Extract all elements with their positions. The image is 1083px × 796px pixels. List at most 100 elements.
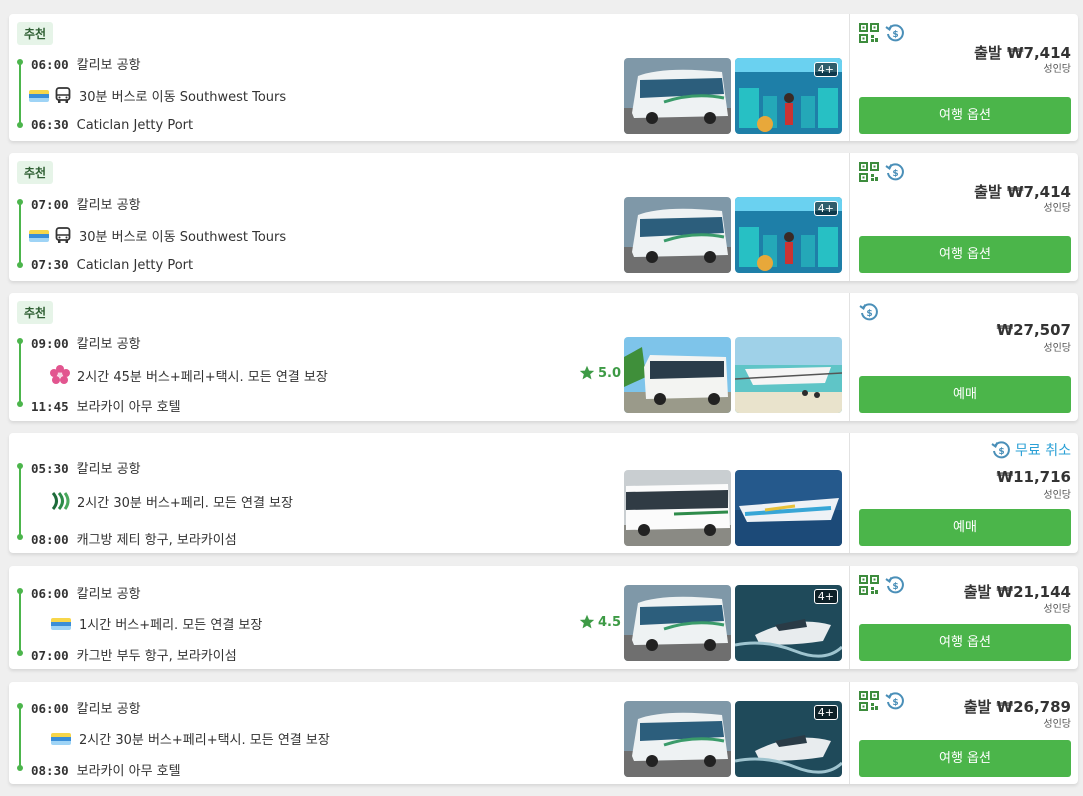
departure-row: 06:00 칼리보 공항 [31,698,141,717]
departure-time: 06:00 [31,701,69,716]
route-description: 30분 버스로 이동 Southwest Tours [79,230,287,245]
arrival-time: 07:00 [31,648,69,663]
travel-options-button[interactable]: 여행 옵션 [859,236,1071,273]
price-unit: 성인당 [1043,490,1071,501]
departure-place: 칼리보 공항 [76,337,141,352]
bus-interior-photo[interactable]: 4+ [735,58,842,134]
departure-row: 05:30 칼리보 공항 [31,458,141,477]
book-button[interactable]: 예매 [859,509,1071,546]
trip-info: 추천 07:00 칼리보 공항 30분 버스로 이동 Southwest Tour… [9,153,847,281]
trip-card[interactable]: 추천 07:00 칼리보 공항 30분 버스로 이동 Southwest Tour… [9,153,1078,281]
departure-place: 칼리보 공항 [76,587,141,602]
operator-logo [51,492,70,510]
route-summary: 2시간 45분 버스+페리+택시. 모든 연결 보장 [29,364,328,386]
departure-row: 06:00 칼리보 공항 [31,54,141,73]
trip-card[interactable]: 추천 09:00 칼리보 공항 2시간 45분 버스+페리+택시. 모든 연결 보… [9,293,1078,421]
route-summary: 30분 버스로 이동 Southwest Tours [29,226,286,245]
route-summary: 30분 버스로 이동 Southwest Tours [29,86,286,105]
route-summary: 2시간 30분 버스+페리+택시. 모든 연결 보장 [29,729,330,748]
arrival-row: 08:30 보라카이 아무 호텔 [31,760,181,779]
departure-time: 07:00 [31,197,69,212]
arrival-place: Caticlan Jetty Port [76,118,194,133]
arrival-place: 카그반 부두 항구, 보라카이섬 [76,649,237,664]
free-cancellation: 무료 취소 [991,440,1071,460]
bus-photo[interactable] [624,337,731,413]
booking-panel: 출발 ₩26,789 성인당 여행 옵션 [849,682,1078,784]
booking-panel: 출발 ₩21,144 성인당 여행 옵션 [849,566,1078,669]
refund-clock-icon [885,691,905,711]
qr-code-icon [859,575,879,595]
timeline-dot-start [17,703,23,709]
booking-panel: 무료 취소 ₩11,716 성인당 예매 [849,433,1078,553]
trip-card[interactable]: 06:00 칼리보 공항 1시간 버스+페리. 모든 연결 보장 4.5 07:0… [9,566,1078,669]
boat-photo[interactable] [735,470,842,546]
departure-time: 06:00 [31,586,69,601]
arrival-place: 보라카이 아무 호텔 [76,764,181,779]
feature-icons [859,575,905,595]
timeline-dot-end [17,650,23,656]
arrival-time: 07:30 [31,257,69,272]
arrival-row: 08:00 캐그방 제티 항구, 보라카이섬 [31,529,237,548]
boat-photo[interactable] [735,337,842,413]
trip-card[interactable]: 05:30 칼리보 공항 2시간 30분 버스+페리. 모든 연결 보장 08:0… [9,433,1078,553]
travel-options-button[interactable]: 여행 옵션 [859,97,1071,134]
departure-place: 칼리보 공항 [76,58,141,73]
arrival-row: 11:45 보라카이 아무 호텔 [31,396,181,415]
booking-panel: 출발 ₩7,414 성인당 여행 옵션 [849,14,1078,141]
bus-photo[interactable] [624,470,731,546]
price: ₩27,507 [996,321,1071,339]
price-unit: 성인당 [1043,64,1071,75]
timeline-dot-end [17,534,23,540]
speedboat-photo[interactable]: 4+ [735,701,842,777]
recommended-badge: 추천 [17,161,54,184]
bus-photo[interactable] [624,197,731,273]
price-unit: 성인당 [1043,343,1071,354]
timeline-dot-end [17,262,23,268]
timeline-dot-start [17,199,23,205]
results-list: 추천 06:00 칼리보 공항 30분 버스로 이동 Southwest Tour… [0,0,1083,796]
timeline-dot-start [17,338,23,344]
refund-clock-icon [991,440,1011,460]
speedboat-photo[interactable]: 4+ [735,585,842,661]
bus-icon [55,87,71,104]
recommended-badge: 추천 [17,22,54,45]
trip-card[interactable]: 06:00 칼리보 공항 2시간 30분 버스+페리+택시. 모든 연결 보장 0… [9,682,1078,784]
departure-row: 07:00 칼리보 공항 [31,194,141,213]
price: ₩11,716 [996,468,1071,486]
booking-panel: ₩27,507 성인당 예매 [849,293,1078,421]
bus-photo[interactable] [624,58,731,134]
bus-photo[interactable] [624,701,731,777]
timeline-dot-start [17,59,23,65]
trip-info: 추천 06:00 칼리보 공항 30분 버스로 이동 Southwest Tour… [9,14,847,141]
timeline-line [19,202,21,265]
trip-info: 06:00 칼리보 공항 1시간 버스+페리. 모든 연결 보장 4.5 07:0… [9,566,847,669]
refund-clock-icon [885,23,905,43]
travel-options-button[interactable]: 여행 옵션 [859,624,1071,661]
arrival-time: 11:45 [31,399,69,414]
more-photos-badge: 4+ [813,62,838,77]
operator-logo [29,89,49,102]
departure-place: 칼리보 공항 [76,198,141,213]
arrival-time: 08:30 [31,763,69,778]
timeline-dot-end [17,765,23,771]
qr-code-icon [859,23,879,43]
rating-value: 4.5 [598,614,622,630]
arrival-row: 06:30 Caticlan Jetty Port [31,117,193,133]
route-description: 30분 버스로 이동 Southwest Tours [79,90,287,105]
timeline-line [19,706,21,768]
price-unit: 성인당 [1043,719,1071,730]
arrival-place: 캐그방 제티 항구, 보라카이섬 [76,533,237,548]
trip-card[interactable]: 추천 06:00 칼리보 공항 30분 버스로 이동 Southwest Tour… [9,14,1078,141]
star-icon [579,365,595,381]
travel-options-button[interactable]: 여행 옵션 [859,740,1071,777]
flower-logo [50,365,70,384]
bus-interior-photo[interactable]: 4+ [735,197,842,273]
bus-photo[interactable] [624,585,731,661]
operator-logo [51,732,71,745]
bus-icon [55,227,71,244]
trip-info: 추천 09:00 칼리보 공항 2시간 45분 버스+페리+택시. 모든 연결 보… [9,293,847,421]
qr-code-icon [859,162,879,182]
price-unit: 성인당 [1043,604,1071,615]
book-button[interactable]: 예매 [859,376,1071,413]
departure-row: 06:00 칼리보 공항 [31,583,141,602]
